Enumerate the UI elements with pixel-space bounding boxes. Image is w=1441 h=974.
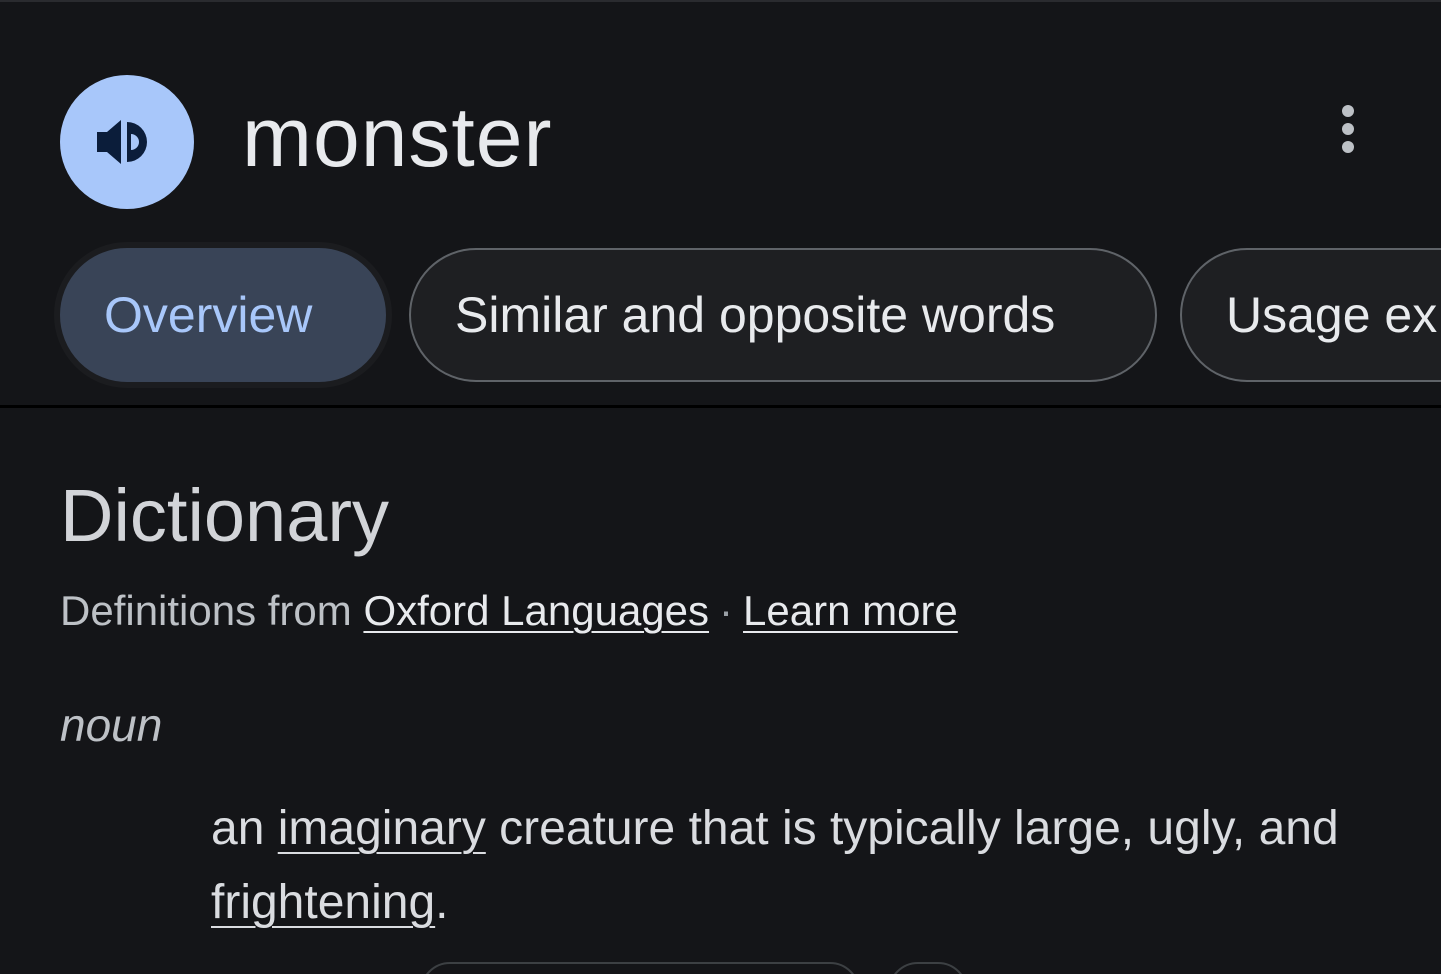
definition-text: an imaginary creature that is typically … (211, 792, 1381, 940)
frightening-link[interactable]: frightening (211, 876, 435, 929)
section-title: Dictionary (60, 474, 389, 557)
imaginary-link[interactable]: imaginary (278, 802, 486, 855)
tab-bar: Overview Similar and opposite words Usag… (0, 242, 1441, 388)
definition-part-3: . (435, 876, 449, 929)
word-title: monster (242, 90, 553, 184)
tab-overview[interactable]: Overview (54, 242, 392, 388)
separator-dot: · (719, 587, 734, 634)
header-divider (0, 405, 1441, 408)
tab-similar-opposite-words[interactable]: Similar and opposite words (409, 248, 1157, 382)
pronounce-button[interactable] (60, 75, 194, 209)
partial-round-button[interactable] (888, 962, 968, 974)
learn-more-link[interactable]: Learn more (743, 587, 958, 634)
definition-part-2: creature that is typically large, ugly, … (485, 802, 1339, 855)
part-of-speech: noun (60, 699, 163, 751)
tab-usage-examples[interactable]: Usage ex (1180, 248, 1441, 382)
source-attribution: Definitions from Oxford Languages · Learn … (60, 583, 958, 639)
more-options-button[interactable] (1320, 98, 1376, 160)
dictionary-page: monster Overview Similar and opposite wo… (0, 0, 1441, 974)
word-header: monster (0, 0, 1441, 240)
more-vert-icon (1342, 105, 1354, 153)
oxford-languages-link[interactable]: Oxford Languages (363, 587, 709, 634)
partial-chip[interactable] (420, 962, 860, 974)
definition-part-1: an (211, 802, 278, 855)
source-prefix: Definitions from (60, 587, 364, 634)
speaker-volume-icon (97, 120, 147, 164)
